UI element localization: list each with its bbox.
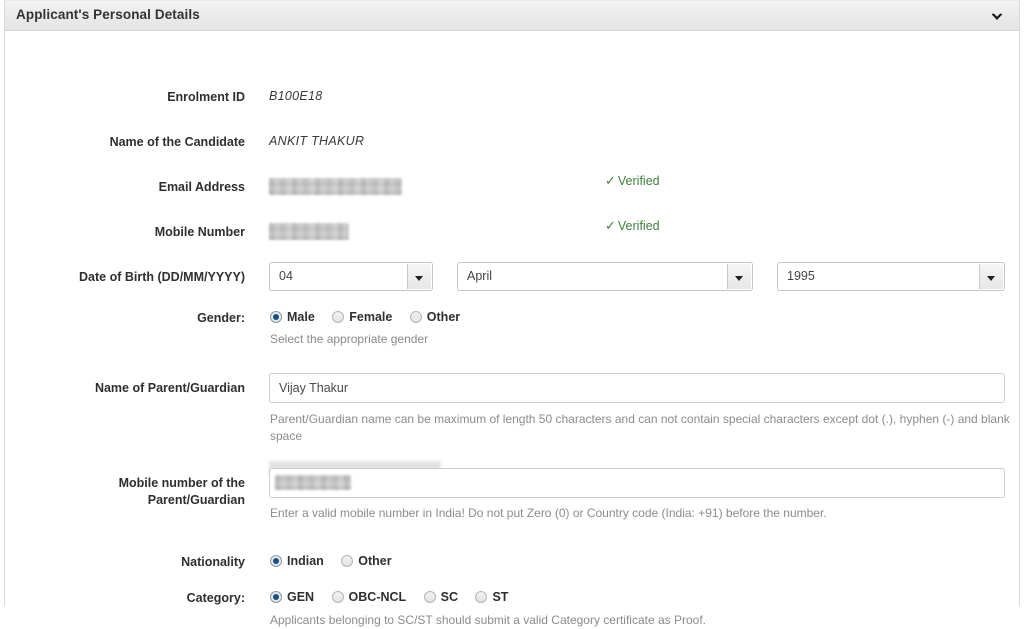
- parent-mobile-label-line1: Mobile number of the: [118, 476, 245, 490]
- chevron-down-icon[interactable]: [989, 9, 1005, 25]
- page-title: Applicant's Personal Details: [16, 7, 200, 22]
- candidate-name-label: Name of the Candidate: [109, 135, 245, 149]
- category-radio-group: GEN OBC-NCL SC ST: [270, 588, 521, 606]
- radio-icon: [270, 555, 282, 567]
- parent-name-label: Name of Parent/Guardian: [94, 381, 245, 395]
- radio-icon: [341, 555, 354, 567]
- check-icon: ✓: [605, 173, 616, 188]
- parent-mobile-hint: Enter a valid mobile number in India! Do…: [270, 506, 827, 520]
- gender-option-other-label: Other: [426, 309, 461, 324]
- nationality-radio-group: Indian Other: [270, 552, 405, 570]
- date-of-birth-label: Date of Birth (DD/MM/YYYY): [79, 270, 245, 284]
- nationality-option-other[interactable]: Other: [341, 552, 392, 570]
- category-option-gen-label: GEN: [287, 589, 315, 604]
- category-option-obc-ncl[interactable]: OBC-NCL: [331, 588, 407, 606]
- parent-name-hint: Parent/Guardian name can be maximum of l…: [270, 412, 1010, 443]
- radio-icon: [270, 311, 282, 323]
- nationality-option-other-label: Other: [358, 553, 392, 568]
- radio-icon: [409, 311, 422, 323]
- dob-year-select[interactable]: 1995: [777, 262, 1005, 291]
- dob-day-value: 04: [279, 269, 293, 283]
- category-option-obc-ncl-label: OBC-NCL: [348, 589, 407, 604]
- gender-hint: Select the appropriate gender: [270, 332, 429, 346]
- panel-header[interactable]: Applicant's Personal Details: [5, 0, 1019, 31]
- category-option-st-label: ST: [492, 589, 509, 604]
- parent-name-input[interactable]: Vijay Thakur: [269, 373, 1005, 403]
- parent-name-value: Vijay Thakur: [279, 381, 349, 395]
- radio-icon: [423, 591, 436, 603]
- gender-option-female-label: Female: [349, 309, 393, 324]
- nationality-label: Nationality: [181, 555, 245, 569]
- parent-mobile-label-line2: Parent/Guardian: [147, 493, 245, 507]
- parent-mobile-value-redacted: [275, 475, 351, 490]
- enrolment-id-value: B100E18: [269, 89, 323, 103]
- category-hint: Applicants belonging to SC/ST should sub…: [270, 613, 707, 627]
- dob-month-dropdown-arrow[interactable]: [727, 264, 751, 289]
- dob-year-dropdown-arrow[interactable]: [979, 264, 1003, 289]
- parent-mobile-input[interactable]: [269, 468, 1005, 498]
- nationality-option-indian[interactable]: Indian: [270, 552, 324, 570]
- gender-option-female[interactable]: Female: [332, 308, 392, 326]
- mobile-number-value-redacted: [269, 223, 349, 240]
- gender-option-male-label: Male: [287, 309, 315, 324]
- mobile-verified-badge: ✓ Verified: [605, 218, 660, 234]
- nationality-option-indian-label: Indian: [287, 553, 324, 568]
- email-address-value-redacted: [269, 178, 402, 195]
- category-option-sc[interactable]: SC: [423, 588, 459, 606]
- gender-option-male[interactable]: Male: [270, 308, 315, 326]
- dob-day-dropdown-arrow[interactable]: [407, 264, 431, 289]
- category-option-sc-label: SC: [440, 589, 459, 604]
- category-option-gen[interactable]: GEN: [270, 588, 314, 606]
- category-option-st[interactable]: ST: [475, 588, 508, 606]
- category-label: Category:: [186, 591, 245, 605]
- email-verified-badge: ✓ Verified: [605, 173, 660, 189]
- gender-radio-group: Male Female Other: [270, 308, 473, 326]
- gender-option-other[interactable]: Other: [409, 308, 461, 326]
- radio-icon: [475, 591, 488, 603]
- dob-month-select[interactable]: April: [457, 262, 753, 291]
- dob-month-value: April: [467, 269, 493, 283]
- email-verified-label: Verified: [617, 174, 660, 188]
- radio-icon: [331, 591, 344, 603]
- dob-year-value: 1995: [787, 269, 815, 283]
- mobile-verified-label: Verified: [617, 219, 660, 233]
- dob-day-select[interactable]: 04: [269, 262, 433, 291]
- enrolment-id-label: Enrolment ID: [167, 90, 245, 104]
- email-address-label: Email Address: [158, 180, 245, 194]
- gender-label: Gender:: [197, 311, 245, 325]
- candidate-name-value: ANKIT THAKUR: [269, 134, 365, 148]
- radio-icon: [270, 591, 282, 603]
- check-icon: ✓: [605, 218, 616, 233]
- mobile-number-label: Mobile Number: [154, 225, 245, 239]
- radio-icon: [332, 311, 345, 323]
- panel-body: Enrolment ID B100E18 Name of the Candida…: [5, 31, 1019, 627]
- personal-details-panel: Applicant's Personal Details Enrolment I…: [4, 0, 1020, 627]
